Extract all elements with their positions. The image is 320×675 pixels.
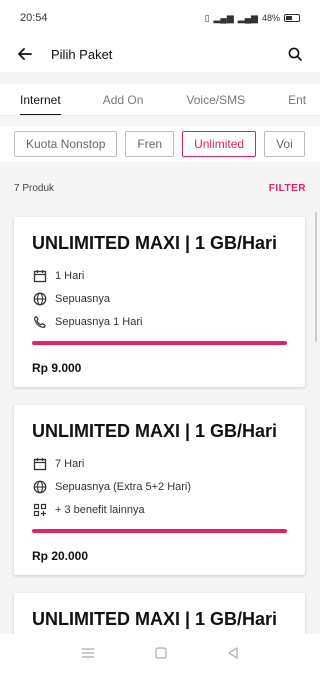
quota-bar — [32, 341, 287, 345]
calendar-icon — [32, 268, 48, 284]
signal-icon: ▂▄▆ — [213, 12, 234, 23]
quota-bar — [32, 529, 287, 533]
product-row-call: Sepuasnya 1 Hari — [32, 310, 287, 333]
tab-add-on[interactable]: Add On — [103, 84, 144, 115]
status-icons: ▯ ▂▄▆ ▂▄▆ 48% — [205, 13, 300, 24]
back-arrow-icon[interactable] — [16, 45, 34, 63]
product-card[interactable]: UNLIMITED MAXI | 1 GB/Hari 1 Hari Sepuas… — [14, 217, 305, 387]
product-internet: Sepuasnya — [55, 292, 111, 305]
product-call: Sepuasnya 1 Hari — [55, 315, 143, 328]
chip-fren[interactable]: Fren — [125, 131, 175, 157]
vibrate-icon: ▯ — [204, 12, 210, 23]
calendar-icon — [32, 456, 48, 472]
tab-entertainment[interactable]: Ent — [288, 84, 306, 115]
status-bar: 20:54 ▯ ▂▄▆ ▂▄▆ 48% — [0, 0, 320, 36]
menu-icon[interactable] — [81, 646, 95, 664]
apps-plus-icon — [32, 502, 48, 518]
product-row-benefits: + 3 benefit lainnya — [32, 498, 287, 521]
battery-percent: 48% — [261, 13, 280, 23]
globe-icon — [32, 479, 48, 495]
search-icon[interactable] — [286, 45, 304, 63]
product-title: UNLIMITED MAXI | 1 GB/Hari — [32, 233, 278, 253]
product-title: UNLIMITED MAXI | 1 GB/Hari — [32, 421, 278, 441]
tab-voice-sms[interactable]: Voice/SMS — [186, 84, 245, 115]
chip-unlimited[interactable]: Unlimited — [182, 131, 257, 157]
product-price: Rp 20.000 — [32, 549, 89, 563]
globe-icon — [32, 291, 48, 307]
product-duration: 1 Hari — [55, 269, 85, 282]
list-meta: 7 Produk FILTER — [0, 174, 320, 202]
back-icon[interactable] — [227, 646, 239, 664]
product-title: UNLIMITED MAXI | 1 GB/Hari — [32, 609, 278, 629]
phone-icon — [32, 314, 48, 330]
chip-kuota-nonstop[interactable]: Kuota Nonstop — [14, 131, 118, 157]
signal-4g-icon: ▂▄▆ — [237, 12, 258, 23]
product-row-duration: 7 Hari — [32, 452, 287, 475]
product-row-internet: Sepuasnya (Extra 5+2 Hari) — [32, 475, 287, 498]
product-price: Rp 9.000 — [32, 361, 82, 375]
product-row-duration: 1 Hari — [32, 264, 287, 287]
product-card[interactable]: UNLIMITED MAXI | 1 GB/Hari 7 Hari Sepuas… — [14, 405, 305, 575]
battery-icon — [284, 14, 300, 22]
filter-chips: Kuota Nonstop Fren Unlimited Voi — [0, 126, 320, 162]
system-nav-bar — [0, 634, 320, 675]
app-bar: Pilih Paket — [0, 36, 320, 72]
filter-button[interactable]: FILTER — [269, 183, 306, 194]
product-duration: 7 Hari — [55, 457, 85, 470]
product-benefits: + 3 benefit lainnya — [55, 503, 145, 516]
home-icon[interactable] — [155, 646, 167, 664]
scrollbar[interactable] — [315, 212, 317, 342]
product-count: 7 Produk — [14, 182, 55, 194]
category-tabs: Internet Add On Voice/SMS Ent — [0, 84, 320, 116]
chip-voice[interactable]: Voi — [264, 131, 305, 157]
status-time: 20:54 — [20, 12, 48, 24]
tab-internet[interactable]: Internet — [20, 84, 61, 115]
product-row-internet: Sepuasnya — [32, 287, 287, 310]
product-internet: Sepuasnya (Extra 5+2 Hari) — [55, 480, 192, 493]
page-title: Pilih Paket — [51, 46, 113, 62]
